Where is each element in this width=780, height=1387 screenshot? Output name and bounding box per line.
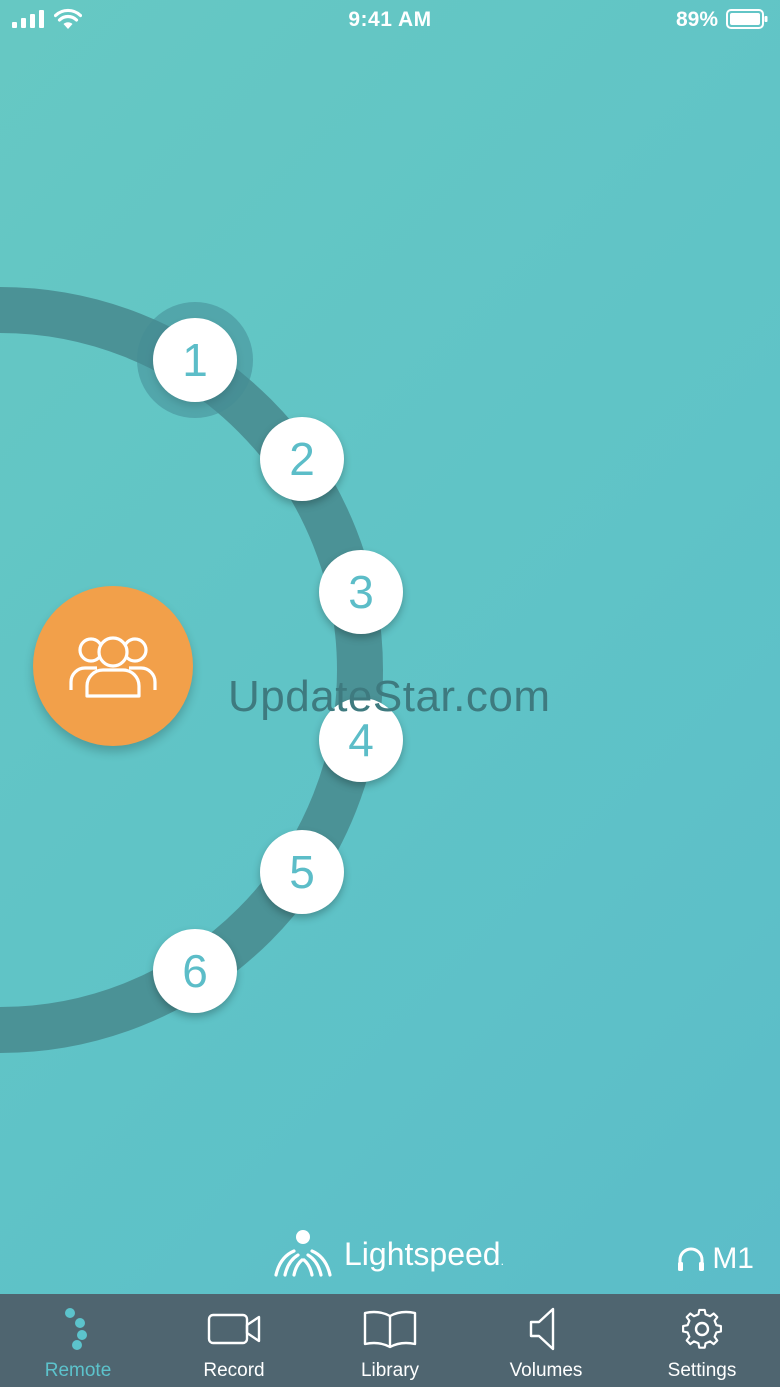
channel-label: 3 xyxy=(348,566,374,618)
channel-label: 6 xyxy=(182,945,208,997)
channel-button-2[interactable]: 2 xyxy=(260,417,344,501)
watermark-text: UpdateStar.com xyxy=(228,672,551,721)
book-icon xyxy=(363,1310,417,1349)
brand-lockup: Lightspeed. xyxy=(272,1228,504,1280)
brand-trademark: . xyxy=(500,1254,504,1268)
tab-record[interactable]: Record xyxy=(156,1294,312,1387)
speaker-icon xyxy=(529,1307,555,1351)
headphones-icon xyxy=(678,1247,705,1271)
tab-remote[interactable]: Remote xyxy=(0,1294,156,1387)
lightspeed-logo-icon xyxy=(274,1230,332,1277)
tab-settings[interactable]: Settings xyxy=(624,1294,780,1387)
tab-library[interactable]: Library xyxy=(312,1294,468,1387)
mic-indicator[interactable]: M1 xyxy=(676,1242,754,1276)
tab-label: Library xyxy=(360,1360,420,1381)
tab-label: Record xyxy=(203,1360,265,1381)
tab-label: Volumes xyxy=(509,1360,583,1381)
channel-button-6[interactable]: 6 xyxy=(153,929,237,1013)
remote-stage: 1 2 3 4 5 6 UpdateStar.com xyxy=(0,0,780,1290)
gear-icon xyxy=(682,1308,722,1349)
group-button[interactable] xyxy=(33,586,193,746)
channel-label: 1 xyxy=(182,334,208,386)
tab-bar: Remote Record Library Volumes Settings xyxy=(0,1294,780,1387)
channel-label: 2 xyxy=(289,433,315,485)
tab-label: Settings xyxy=(667,1360,737,1381)
channel-button-1[interactable]: 1 xyxy=(153,318,237,402)
group-icon xyxy=(69,636,157,698)
brand-name: Lightspeed xyxy=(344,1235,501,1272)
channel-label: 5 xyxy=(289,846,315,898)
tab-label: Remote xyxy=(44,1360,112,1381)
remote-dots-icon xyxy=(65,1308,87,1350)
channel-button-5[interactable]: 5 xyxy=(260,830,344,914)
channel-button-3[interactable]: 3 xyxy=(319,550,403,634)
video-camera-icon xyxy=(207,1313,261,1345)
tab-volumes[interactable]: Volumes xyxy=(468,1294,624,1387)
mic-label: M1 xyxy=(712,1242,754,1275)
